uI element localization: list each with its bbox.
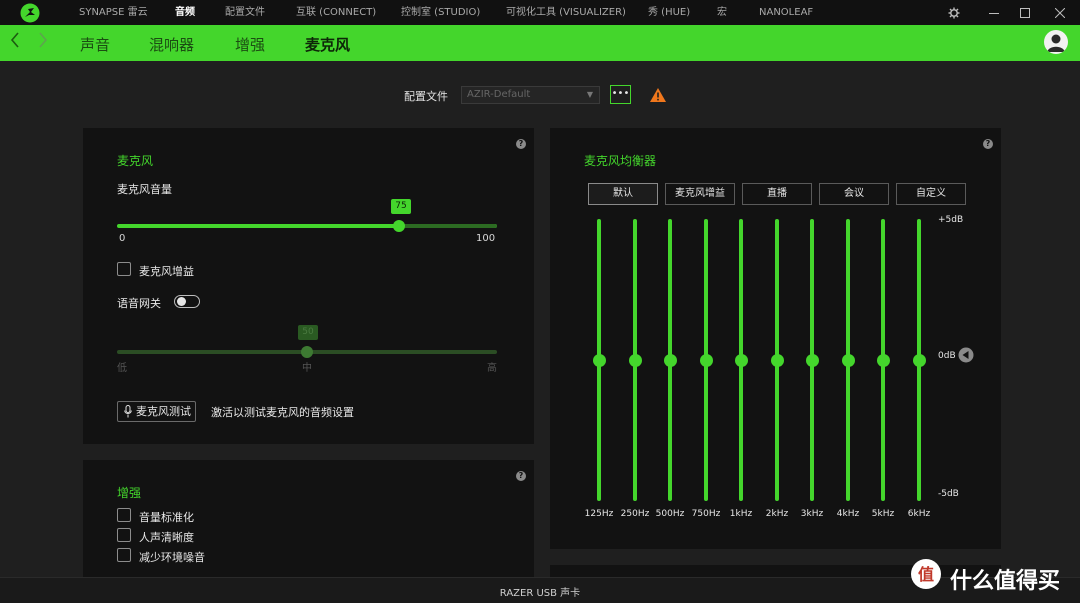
volume-normalization-checkbox[interactable] <box>117 508 131 522</box>
microphone-panel-title: 麦克风 <box>117 154 154 168</box>
voice-gate-high: 高 <box>487 363 497 374</box>
eq-band-frequency-label: 3kHz <box>800 509 824 519</box>
ambient-noise-reduction-checkbox[interactable] <box>117 548 131 562</box>
vocal-clarity-label: 人声清晰度 <box>139 531 194 544</box>
eq-band-knob[interactable] <box>663 353 677 367</box>
eq-band-frequency-label: 6kHz <box>907 509 931 519</box>
help-icon[interactable]: ? <box>983 139 993 149</box>
mic-test-button-label: 麦克风测试 <box>136 405 191 418</box>
voice-gate-mid: 中 <box>302 363 312 374</box>
volume-normalization-label: 音量标准化 <box>139 511 194 524</box>
eq-db-mid: 0dB <box>938 351 956 361</box>
mic-volume-label: 麦克风音量 <box>117 183 172 196</box>
voice-gate-toggle[interactable] <box>174 295 200 308</box>
back-arrow-icon[interactable] <box>10 32 20 53</box>
mic-test-hint: 激活以测试麦克风的音频设置 <box>211 406 354 419</box>
tab-mixer[interactable]: 混响器 <box>149 34 194 55</box>
voice-gate-label: 语音网关 <box>117 297 161 310</box>
enhancement-panel-title: 增强 <box>117 486 142 500</box>
title-bar: SYNAPSE 雷云 音频 配置文件 互联 (CONNECT) 控制室 (STU… <box>0 0 1080 25</box>
eq-band-frequency-label: 4kHz <box>836 509 860 519</box>
user-avatar-icon[interactable] <box>1044 30 1068 54</box>
tab-microphone[interactable]: 麦克风 <box>305 34 350 55</box>
warning-icon[interactable] <box>650 88 666 102</box>
watermark-text: 什么值得买 <box>950 569 1061 594</box>
ambient-noise-reduction-label: 减少环境噪音 <box>139 551 205 564</box>
microphone-icon <box>124 405 132 418</box>
mic-volume-slider-remainder <box>399 224 497 228</box>
profile-label: 配置文件 <box>404 90 448 103</box>
topnav-item-macro[interactable]: 宏 <box>717 0 727 25</box>
eq-band-knob[interactable] <box>734 353 748 367</box>
minimize-icon[interactable] <box>979 0 1009 25</box>
vocal-clarity-checkbox[interactable] <box>117 528 131 542</box>
topnav-item-nanoleaf[interactable]: NANOLEAF <box>759 0 813 25</box>
chevron-down-icon: ▼ <box>586 90 593 99</box>
voice-gate-low: 低 <box>117 363 127 374</box>
eq-band-frequency-label: 250Hz <box>620 509 650 519</box>
maximize-icon[interactable] <box>1010 0 1040 25</box>
svg-text:值: 值 <box>918 565 934 584</box>
preset-streaming-button[interactable]: 直播 <box>742 183 812 205</box>
equalizer-panel-title: 麦克风均衡器 <box>584 154 657 168</box>
eq-band-knob[interactable] <box>592 353 606 367</box>
mic-gain-label: 麦克风增益 <box>139 265 194 278</box>
preset-conference-button[interactable]: 会议 <box>819 183 889 205</box>
mic-volume-tooltip: 75 <box>391 199 411 214</box>
preset-mic-boost-button[interactable]: 麦克风增益 <box>665 183 735 205</box>
profile-dropdown-value: AZIR-Default <box>467 89 531 100</box>
eq-band-frequency-label: 2kHz <box>765 509 789 519</box>
help-icon[interactable]: ? <box>516 471 526 481</box>
close-icon[interactable] <box>1045 0 1075 25</box>
eq-band-frequency-label: 125Hz <box>584 509 614 519</box>
topnav-item-profiles[interactable]: 配置文件 <box>225 0 265 25</box>
razer-logo-icon[interactable] <box>20 3 40 23</box>
reset-arrow-icon[interactable] <box>958 347 974 363</box>
voice-gate-tooltip: 50 <box>298 325 318 340</box>
watermark-logo-icon: 值 <box>911 559 941 589</box>
mic-test-button[interactable]: 麦克风测试 <box>117 401 196 422</box>
forward-arrow-icon[interactable] <box>38 32 48 53</box>
eq-band-knob[interactable] <box>699 353 713 367</box>
mic-volume-min: 0 <box>119 233 126 244</box>
topnav-item-hue[interactable]: 秀 (HUE) <box>648 0 690 25</box>
eq-band-frequency-label: 500Hz <box>655 509 685 519</box>
voice-gate-slider-knob <box>301 346 313 358</box>
eq-db-bottom: -5dB <box>938 489 959 499</box>
topnav-item-studio[interactable]: 控制室 (STUDIO) <box>401 0 480 25</box>
tab-enhancement[interactable]: 增强 <box>235 34 265 55</box>
eq-db-top: +5dB <box>938 215 964 225</box>
eq-band-knob[interactable] <box>770 353 784 367</box>
eq-band-knob[interactable] <box>805 353 819 367</box>
topnav-item-audio[interactable]: 音频 <box>175 0 195 25</box>
tab-sound[interactable]: 声音 <box>80 34 110 55</box>
microphone-panel <box>83 128 534 444</box>
topnav-item-connect[interactable]: 互联 (CONNECT) <box>296 0 376 25</box>
mic-volume-slider-knob[interactable] <box>393 220 405 232</box>
preset-default-button[interactable]: 默认 <box>588 183 658 205</box>
eq-band-frequency-label: 1kHz <box>729 509 753 519</box>
sub-navigation-bar: 声音 混响器 增强 麦克风 <box>0 25 1080 61</box>
voice-gate-toggle-knob <box>177 297 186 306</box>
eq-band-knob[interactable] <box>841 353 855 367</box>
eq-band-frequency-label: 750Hz <box>691 509 721 519</box>
preset-custom-button[interactable]: 自定义 <box>896 183 966 205</box>
topnav-item-synapse[interactable]: SYNAPSE 雷云 <box>79 0 148 25</box>
profile-more-button[interactable]: ••• <box>610 85 631 104</box>
eq-band-knob[interactable] <box>876 353 890 367</box>
help-icon[interactable]: ? <box>516 139 526 149</box>
eq-band-knob[interactable] <box>912 353 926 367</box>
profile-dropdown[interactable]: AZIR-Default ▼ <box>461 86 600 104</box>
topnav-item-visualizer[interactable]: 可视化工具 (VISUALIZER) <box>506 0 626 25</box>
mic-volume-max: 100 <box>476 233 496 244</box>
eq-band-frequency-label: 5kHz <box>871 509 895 519</box>
mic-gain-checkbox[interactable] <box>117 262 131 276</box>
eq-band-knob[interactable] <box>628 353 642 367</box>
gear-icon[interactable] <box>939 0 969 25</box>
